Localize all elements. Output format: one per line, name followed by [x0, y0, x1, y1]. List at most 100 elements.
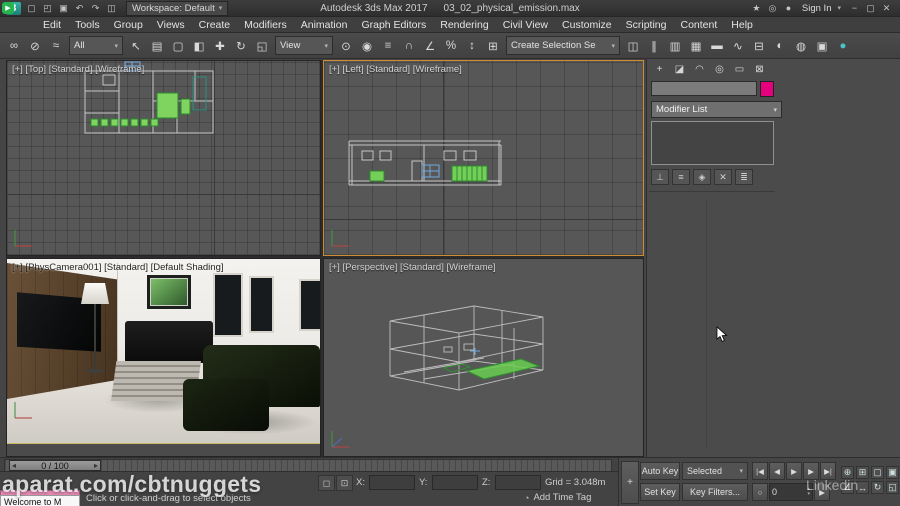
- remove-modifier-icon[interactable]: ✕: [714, 169, 732, 185]
- x-coordinate-field[interactable]: [369, 475, 415, 490]
- maximize-viewport-toggle-icon[interactable]: ◱: [886, 481, 899, 494]
- tab-hierarchy[interactable]: ◠: [691, 62, 708, 77]
- spinner-snap-icon[interactable]: ↕: [462, 35, 482, 56]
- viewport-camera-label[interactable]: [+] [PhysCamera001] [Standard] [Default …: [12, 262, 224, 273]
- viewport-perspective[interactable]: [+] [Perspective] [Standard] [Wireframe]: [323, 258, 644, 457]
- menu-customize[interactable]: Customize: [555, 17, 619, 33]
- viewport-perspective-label[interactable]: [+] [Perspective] [Standard] [Wireframe]: [329, 262, 496, 273]
- orbit-icon[interactable]: ↻: [871, 481, 884, 494]
- reference-coordinate-system-dropdown[interactable]: View ▾: [275, 36, 333, 55]
- redo-icon[interactable]: ↷: [88, 2, 103, 15]
- menu-modifiers[interactable]: Modifiers: [237, 17, 294, 33]
- zoom-extents-all-icon[interactable]: ▣: [886, 466, 899, 479]
- tab-motion[interactable]: ◎: [711, 62, 728, 77]
- unlink-selection-icon[interactable]: ⊘: [25, 35, 45, 56]
- sectional-chaise[interactable]: [183, 379, 269, 431]
- menu-scripting[interactable]: Scripting: [619, 17, 674, 33]
- viewport-left-label[interactable]: [+] [Left] [Standard] [Wireframe]: [329, 64, 462, 75]
- close-icon[interactable]: ✕: [879, 2, 894, 15]
- open-file-icon[interactable]: ◰: [40, 2, 55, 15]
- configure-modifier-sets-icon[interactable]: ≣: [735, 169, 753, 185]
- maximize-icon[interactable]: ▢: [863, 2, 878, 15]
- select-and-link-icon[interactable]: ∞: [4, 35, 24, 56]
- black-sofa[interactable]: [125, 321, 213, 363]
- time-slider[interactable]: ◂ 0 / 100 ▸: [9, 460, 101, 471]
- previous-frame-icon[interactable]: ◀: [769, 462, 785, 480]
- rendered-frame-window-icon[interactable]: ▣: [812, 35, 832, 56]
- key-filters-button[interactable]: Key Filters...: [682, 483, 748, 501]
- minimize-icon[interactable]: −: [847, 2, 862, 15]
- object-color-swatch[interactable]: [760, 81, 774, 97]
- object-name-field[interactable]: [651, 81, 757, 96]
- undo-icon[interactable]: ↶: [72, 2, 87, 15]
- modifier-list-dropdown[interactable]: Modifier List ▾: [651, 101, 782, 118]
- select-and-manipulate-icon[interactable]: ◉: [357, 35, 377, 56]
- add-time-tag[interactable]: ◔ Add Time Tag: [524, 492, 591, 503]
- set-key-button[interactable]: Set Key: [640, 483, 680, 501]
- align-icon[interactable]: ∥: [644, 35, 664, 56]
- window-2[interactable]: [249, 276, 274, 333]
- selected-dropdown[interactable]: Selected ▾: [682, 462, 748, 480]
- mirror-icon[interactable]: ◫: [623, 35, 643, 56]
- select-and-rotate-icon[interactable]: ↻: [231, 35, 251, 56]
- selection-lock-icon[interactable]: ⊡: [336, 475, 353, 491]
- save-file-icon[interactable]: ▣: [56, 2, 71, 15]
- snaps-toggle-icon[interactable]: ∩: [399, 35, 419, 56]
- zoom-extents-icon[interactable]: ▢: [871, 466, 884, 479]
- select-and-move-icon[interactable]: ✚: [210, 35, 230, 56]
- menu-graph-editors[interactable]: Graph Editors: [354, 17, 433, 33]
- play-icon[interactable]: ▶: [786, 462, 802, 480]
- time-slider-next-icon[interactable]: ▸: [94, 461, 98, 470]
- tab-create[interactable]: +: [651, 62, 668, 77]
- menu-views[interactable]: Views: [150, 17, 192, 33]
- pin-stack-icon[interactable]: ⊥: [651, 169, 669, 185]
- menu-help[interactable]: Help: [724, 17, 760, 33]
- y-coordinate-field[interactable]: [432, 475, 478, 490]
- window-3[interactable]: [299, 279, 320, 331]
- sign-in-button[interactable]: Sign In: [802, 3, 832, 14]
- tab-modify[interactable]: ◪: [671, 62, 688, 77]
- green-artwork-frame[interactable]: [147, 275, 191, 309]
- menu-group[interactable]: Group: [107, 17, 150, 33]
- isolate-selection-icon[interactable]: ◻: [318, 475, 335, 491]
- user-icon[interactable]: ●: [781, 2, 796, 15]
- window-1[interactable]: [213, 273, 243, 337]
- schematic-view-icon[interactable]: ⊟: [749, 35, 769, 56]
- search-icon[interactable]: ◎: [765, 2, 780, 15]
- layer-explorer-icon[interactable]: ▦: [686, 35, 706, 56]
- viewport-left[interactable]: [+] [Left] [Standard] [Wireframe]: [323, 60, 644, 256]
- rectangular-selection-region-icon[interactable]: ▢: [168, 35, 188, 56]
- make-unique-icon[interactable]: ◈: [693, 169, 711, 185]
- angle-snap-icon[interactable]: ∠: [420, 35, 440, 56]
- render-production-icon[interactable]: ●: [833, 35, 853, 56]
- favorites-icon[interactable]: ★: [749, 2, 764, 15]
- curve-editor-icon[interactable]: ∿: [728, 35, 748, 56]
- material-editor-icon[interactable]: ◐: [770, 35, 790, 56]
- render-setup-icon[interactable]: ◍: [791, 35, 811, 56]
- edit-named-selection-sets-icon[interactable]: ⊞: [483, 35, 503, 56]
- select-and-scale-icon[interactable]: ◱: [252, 35, 272, 56]
- percent-snap-icon[interactable]: %: [441, 35, 461, 56]
- modifier-stack[interactable]: [651, 121, 774, 165]
- scene-explorer-icon[interactable]: ▥: [665, 35, 685, 56]
- select-by-name-icon[interactable]: ▤: [147, 35, 167, 56]
- key-mode-toggle-icon[interactable]: ○: [752, 483, 768, 501]
- viewport-top[interactable]: [+] [Top] [Standard] [Wireframe]: [6, 60, 321, 256]
- viewport-top-label[interactable]: [+] [Top] [Standard] [Wireframe]: [12, 64, 144, 75]
- go-to-start-icon[interactable]: |◀: [752, 462, 768, 480]
- set-keys-button[interactable]: +: [621, 461, 639, 504]
- viewport-camera[interactable]: [+] [PhysCamera001] [Standard] [Default …: [6, 258, 321, 457]
- menu-create[interactable]: Create: [192, 17, 238, 33]
- keyboard-shortcut-override-icon[interactable]: ≡: [378, 35, 398, 56]
- menu-content[interactable]: Content: [673, 17, 724, 33]
- new-scene-icon[interactable]: ▢: [24, 2, 39, 15]
- bind-to-space-warp-icon[interactable]: ≈: [46, 35, 66, 56]
- project-folder-icon[interactable]: ◫: [104, 2, 119, 15]
- menu-civil-view[interactable]: Civil View: [496, 17, 555, 33]
- workspace-dropdown[interactable]: Workspace: Default ▾: [126, 0, 229, 16]
- selection-filter-dropdown[interactable]: All ▾: [69, 36, 123, 55]
- auto-key-button[interactable]: Auto Key: [640, 462, 680, 480]
- named-selection-sets-field[interactable]: Create Selection Se ▾: [506, 36, 620, 55]
- menu-rendering[interactable]: Rendering: [433, 17, 495, 33]
- menu-tools[interactable]: Tools: [68, 17, 107, 33]
